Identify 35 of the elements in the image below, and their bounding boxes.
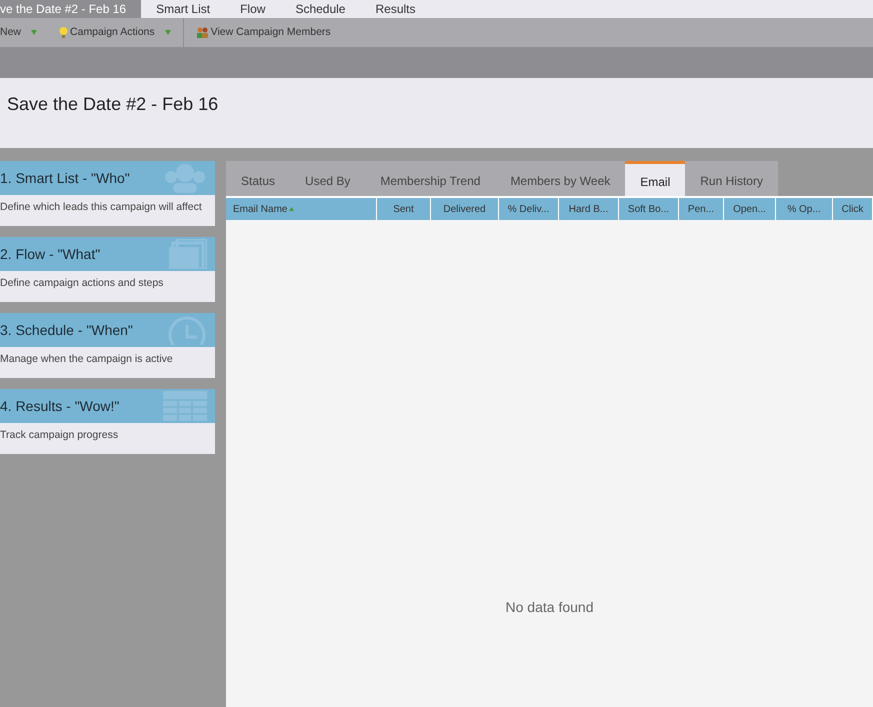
caret-icon [164, 30, 171, 35]
table-icon [163, 391, 207, 421]
top-tab[interactable]: Results [360, 0, 430, 18]
tab[interactable]: Status [226, 161, 290, 196]
people-icon [196, 26, 209, 38]
card-title: 1. Smart List - "Who" [0, 168, 130, 188]
step-card[interactable]: 3. Schedule - "When" Manage when the campaign is active [0, 313, 215, 378]
top-tab[interactable]: Smart List [141, 0, 226, 18]
step-card[interactable]: 2. Flow - "What" Define campaign actions and steps [0, 237, 215, 302]
top-tab[interactable]: Schedule [280, 0, 360, 18]
card-title: 4. Results - "Wow!" [0, 396, 120, 416]
card-title: 3. Schedule - "When" [0, 320, 133, 340]
toolbar-button[interactable]: View Campaign Members [196, 18, 331, 47]
step-card[interactable]: 1. Smart List - "Who" Define which leads this campaign will affect [0, 161, 215, 226]
tab[interactable]: Email [625, 161, 686, 196]
tab[interactable]: Run History [685, 161, 778, 196]
tab[interactable]: Membership Trend [365, 161, 496, 196]
campaign-title: Save the Date #2 - Feb 16 [7, 93, 218, 116]
empty-message: No data found [506, 598, 594, 617]
tab[interactable]: Members by Week [495, 161, 626, 196]
top-tab[interactable]: ve the Date #2 - Feb 16 [0, 0, 142, 18]
pages-icon [169, 239, 207, 269]
clock-icon [167, 315, 207, 345]
card-description: Define which leads this campaign will affect [0, 200, 203, 215]
step-card[interactable]: 4. Results - "Wow!" Track campaign progress [0, 389, 215, 454]
caret-icon [31, 30, 38, 35]
lightbulb-icon [59, 27, 68, 38]
card-description: Manage when the campaign is active [0, 352, 174, 367]
card-description: Define campaign actions and steps [0, 276, 164, 291]
top-tab[interactable]: Flow [225, 0, 280, 18]
card-description: Track campaign progress [0, 428, 120, 443]
people-icon [163, 163, 207, 193]
card-title: 2. Flow - "What" [0, 244, 100, 264]
toolbar-button[interactable]: New [0, 18, 38, 47]
tab[interactable]: Used By [290, 161, 366, 196]
